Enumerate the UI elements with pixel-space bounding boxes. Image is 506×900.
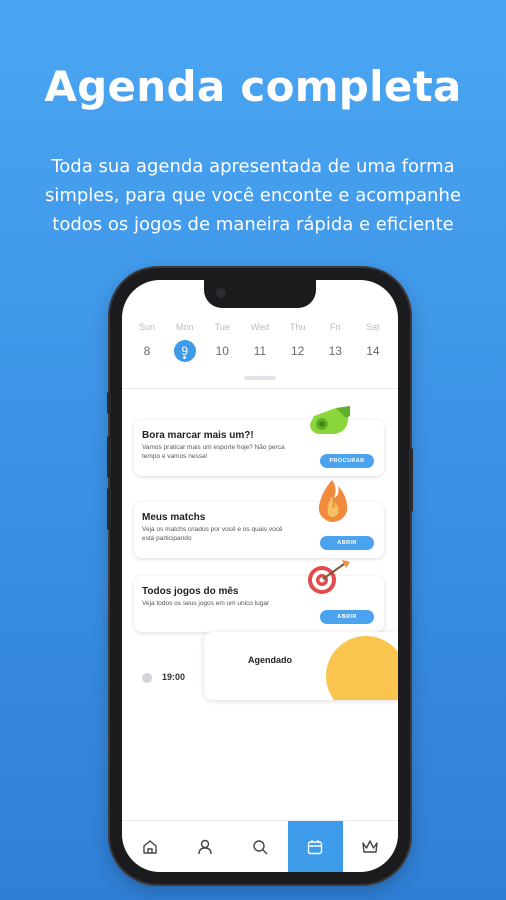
profile-icon <box>198 839 212 854</box>
power-button <box>409 448 413 512</box>
day-name: Mon <box>175 322 194 332</box>
card-title: Meus matchs <box>142 512 206 523</box>
tab-home[interactable] <box>122 821 177 872</box>
day-number-selected: 9 <box>173 340 196 362</box>
day-number: 14 <box>366 344 380 358</box>
day-name: Fri <box>330 322 341 332</box>
day-number: 11 <box>253 344 267 358</box>
day-fri[interactable]: Fri 13 <box>318 322 352 362</box>
card-description: Veja todos os seus jogos em um unico lug… <box>142 600 270 607</box>
card-title: Bora marcar mais um?! <box>142 430 254 441</box>
week-strip: Sun 8 Mon 9 Tue 10 Wed 11 Thu 12 Fri 13 Sat 14 <box>130 322 390 362</box>
subtitle: Toda sua agenda apresentada de uma forma… <box>44 156 462 235</box>
tab-bar <box>122 820 398 872</box>
card-description: Veja os matchs criados por você e os qua… <box>142 526 283 542</box>
day-mon[interactable]: Mon 9 <box>168 322 202 362</box>
app-screen: Sun 8 Mon 9 Tue 10 Wed 11 Thu 12 Fri 13 Sat 14 … <box>122 280 398 872</box>
notch <box>204 280 316 308</box>
headline: Agenda completa <box>44 62 462 111</box>
day-number: 8 <box>143 344 151 358</box>
phone-mockup: Sun 8 Mon 9 Tue 10 Wed 11 Thu 12 Fri 13 Sat 14 … <box>107 268 413 884</box>
tab-profile[interactable] <box>177 821 232 872</box>
volume-up-button <box>107 436 111 478</box>
day-name: Thu <box>289 322 306 332</box>
crown-icon <box>362 839 379 853</box>
timeline-dot <box>142 673 152 683</box>
search-icon <box>253 839 268 854</box>
tab-ranking[interactable] <box>343 821 398 872</box>
card-title: Todos jogos do mês <box>142 586 239 597</box>
scheduled-event-card[interactable]: Agendado <box>204 632 398 700</box>
whistle-icon <box>310 406 350 434</box>
card-description: Vamos praticar mais um esporte hoje? Não… <box>142 444 285 460</box>
volume-down-button <box>107 488 111 530</box>
day-number: 10 <box>215 344 229 358</box>
fire-icon <box>318 480 348 522</box>
camera <box>216 288 226 298</box>
open-button[interactable]: ABRIR <box>320 610 374 624</box>
tab-search[interactable] <box>232 821 287 872</box>
day-name: Tue <box>214 322 230 332</box>
day-number: 12 <box>290 344 305 358</box>
home-icon <box>142 839 157 854</box>
event-decoration <box>326 636 398 700</box>
mute-switch <box>107 392 111 414</box>
day-sun[interactable]: Sun 8 <box>130 322 164 362</box>
day-wed[interactable]: Wed 11 <box>243 322 277 362</box>
day-name: Sun <box>138 322 155 332</box>
day-thu[interactable]: Thu 12 <box>281 322 315 362</box>
day-name: Sat <box>366 322 380 332</box>
event-time: 19:00 <box>162 672 186 682</box>
tab-calendar[interactable] <box>287 821 343 872</box>
event-status: Agendado <box>248 655 292 665</box>
open-button[interactable]: ABRIR <box>320 536 374 550</box>
day-tue[interactable]: Tue 10 <box>205 322 239 362</box>
drag-handle[interactable] <box>244 376 276 380</box>
divider <box>122 388 398 389</box>
search-button[interactable]: PROCURAR <box>320 454 374 468</box>
calendar-icon <box>308 839 323 854</box>
day-number: 13 <box>328 344 342 358</box>
day-sat[interactable]: Sat 14 <box>356 322 390 362</box>
dart-target-icon <box>308 560 350 594</box>
day-name: Wed <box>250 322 270 332</box>
